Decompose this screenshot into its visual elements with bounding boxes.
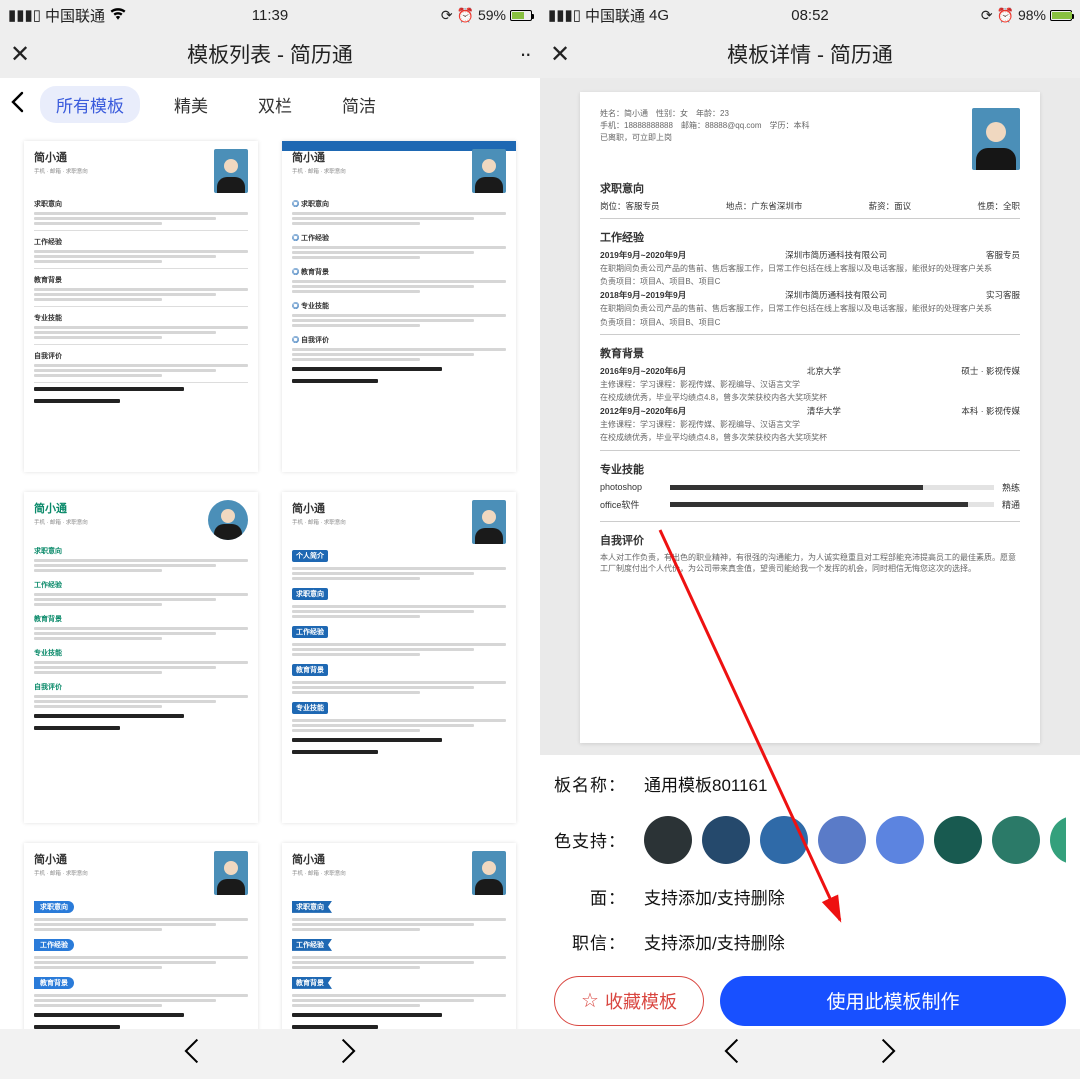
battery-percent: 59%	[478, 7, 506, 23]
clock: 11:39	[183, 7, 358, 24]
favorite-label: 收藏模板	[605, 988, 677, 1014]
tab-2[interactable]: 双栏	[242, 86, 308, 123]
pager	[0, 1029, 540, 1079]
meta-letter-label: 职信：	[554, 929, 626, 954]
template-meta: 板名称： 通用模板801161 色支持： 面： 支持添加/支持删除 职信： 支持…	[540, 755, 1080, 968]
star-icon: ☆	[581, 988, 599, 1013]
color-swatch[interactable]	[876, 816, 924, 864]
meta-color-label: 色支持：	[554, 827, 626, 852]
meta-page-label: 面：	[554, 884, 626, 909]
carrier: 中国联通	[45, 5, 105, 26]
network: 4G	[649, 7, 669, 24]
status-bar: ▮▮▮▯ 中国联通 4G 08:52 ⟳ ⏰ 98%	[540, 0, 1080, 30]
color-swatch[interactable]	[644, 816, 692, 864]
template-card[interactable]: 简小通手机 · 邮箱 · 求职意向求职意向工作经验教育背景	[282, 843, 516, 1029]
phone-right: ▮▮▮▯ 中国联通 4G 08:52 ⟳ ⏰ 98% ✕ 模板详情 - 简历通 …	[540, 0, 1080, 1079]
category-tabs: 所有模板精美双栏简洁	[0, 78, 540, 133]
more-icon[interactable]: ··	[504, 41, 530, 67]
color-swatch[interactable]	[992, 816, 1040, 864]
meta-name-value: 通用模板801161	[644, 771, 1066, 796]
template-card[interactable]: 简小通手机 · 邮箱 · 求职意向求职意向工作经验教育背景	[24, 843, 258, 1029]
title-bar: ✕ 模板列表 - 简历通 ··	[0, 30, 540, 78]
meta-letter-value: 支持添加/支持删除	[644, 929, 1066, 954]
pager	[540, 1029, 1080, 1079]
template-preview[interactable]: 姓名：简小通 性别：女 年龄：23手机：18888888888 邮箱：88888…	[540, 78, 1080, 755]
orientation-lock-icon: ⟳	[441, 7, 453, 24]
signal-icon: ▮▮▮▯	[548, 6, 581, 24]
page-title: 模板列表 - 简历通	[36, 39, 504, 69]
next-icon[interactable]	[880, 1037, 898, 1072]
template-grid[interactable]: 简小通手机 · 邮箱 · 求职意向求职意向工作经验教育背景专业技能自我评价简小通…	[0, 133, 540, 1029]
favorite-button[interactable]: ☆ 收藏模板	[554, 976, 704, 1026]
use-template-label: 使用此模板制作	[826, 987, 959, 1014]
battery-percent: 98%	[1018, 7, 1046, 23]
color-swatch[interactable]	[760, 816, 808, 864]
battery-icon	[510, 10, 532, 21]
prev-icon[interactable]	[182, 1037, 200, 1072]
use-template-button[interactable]: 使用此模板制作	[720, 976, 1066, 1026]
next-icon[interactable]	[340, 1037, 358, 1072]
clock: 08:52	[723, 7, 898, 24]
close-icon[interactable]: ✕	[550, 40, 576, 69]
alarm-icon: ⏰	[997, 7, 1014, 24]
color-swatch[interactable]	[818, 816, 866, 864]
battery-icon	[1050, 10, 1072, 21]
template-card[interactable]: 简小通手机 · 邮箱 · 求职意向求职意向工作经验教育背景专业技能自我评价	[24, 492, 258, 823]
avatar	[972, 108, 1020, 170]
meta-page-value: 支持添加/支持删除	[644, 884, 1066, 909]
color-swatches	[644, 816, 1066, 864]
title-bar: ✕ 模板详情 - 简历通	[540, 30, 1080, 78]
phone-left: ▮▮▮▯ 中国联通 11:39 ⟳ ⏰ 59% ✕ 模板列表 - 简历通 ·· …	[0, 0, 540, 1079]
status-bar: ▮▮▮▯ 中国联通 11:39 ⟳ ⏰ 59%	[0, 0, 540, 30]
wifi-icon	[109, 6, 127, 24]
tab-3[interactable]: 简洁	[326, 86, 392, 123]
orientation-lock-icon: ⟳	[981, 7, 993, 24]
page-title: 模板详情 - 简历通	[576, 39, 1044, 69]
back-icon[interactable]	[6, 91, 28, 119]
template-card[interactable]: 简小通手机 · 邮箱 · 求职意向求职意向工作经验教育背景专业技能自我评价	[282, 141, 516, 472]
signal-icon: ▮▮▮▯	[8, 6, 41, 24]
tab-1[interactable]: 精美	[158, 86, 224, 123]
alarm-icon: ⏰	[457, 7, 474, 24]
template-card[interactable]: 简小通手机 · 邮箱 · 求职意向求职意向工作经验教育背景专业技能自我评价	[24, 141, 258, 472]
color-swatch[interactable]	[934, 816, 982, 864]
meta-name-label: 板名称：	[554, 771, 626, 796]
color-swatch[interactable]	[702, 816, 750, 864]
prev-icon[interactable]	[722, 1037, 740, 1072]
close-icon[interactable]: ✕	[10, 40, 36, 69]
tab-0[interactable]: 所有模板	[40, 86, 140, 123]
template-card[interactable]: 简小通手机 · 邮箱 · 求职意向个人简介求职意向工作经验教育背景专业技能	[282, 492, 516, 823]
action-bar: ☆ 收藏模板 使用此模板制作	[540, 968, 1080, 1029]
color-swatch[interactable]	[1050, 816, 1066, 864]
carrier: 中国联通	[585, 5, 645, 26]
